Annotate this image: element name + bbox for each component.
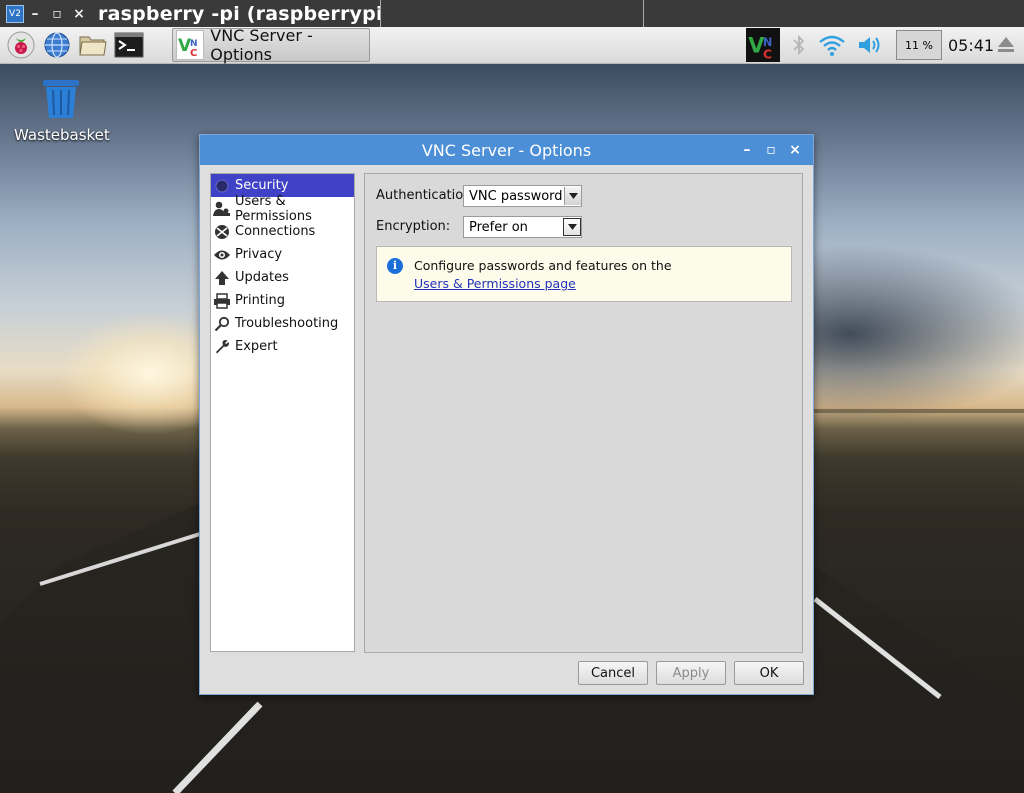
- wrench-icon: [213, 338, 231, 356]
- sidebar-item-label: Connections: [235, 224, 316, 239]
- info-message-box: i Configure passwords and features on th…: [376, 246, 792, 302]
- bluetooth-icon[interactable]: [790, 33, 808, 57]
- shield-icon: [213, 177, 231, 195]
- printer-icon: [213, 292, 231, 310]
- dialog-minimize-button[interactable]: –: [735, 142, 759, 158]
- users-icon: [213, 200, 231, 218]
- clock[interactable]: 05:41: [948, 36, 994, 55]
- eject-icon[interactable]: [996, 34, 1016, 56]
- sidebar-item-privacy[interactable]: Privacy: [211, 243, 354, 266]
- authentication-value: VNC password: [469, 188, 563, 204]
- cancel-button[interactable]: Cancel: [578, 661, 648, 685]
- up-arrow-icon: [213, 269, 231, 287]
- sidebar-item-label: Privacy: [235, 247, 283, 262]
- apply-button[interactable]: Apply: [656, 661, 726, 685]
- sidebar-item-printing[interactable]: Printing: [211, 289, 354, 312]
- taskbar-item-vnc-server-options[interactable]: V N C VNC Server - Options: [172, 26, 370, 64]
- chevron-down-icon: [564, 187, 581, 205]
- dialog-window-controls: – ▫ ×: [735, 135, 807, 165]
- viewer-close-button[interactable]: ×: [68, 6, 90, 22]
- vnc-tray-icon[interactable]: V N C: [746, 28, 780, 62]
- svg-text:C: C: [190, 48, 197, 58]
- vnc-server-icon: V N C: [176, 30, 205, 60]
- vnc-viewer-titlebar: V2 – ▫ × raspberry -pi (raspberrypi) - V…: [0, 0, 1024, 29]
- users-permissions-page-link[interactable]: Users & Permissions page: [414, 276, 576, 291]
- eye-icon: [213, 246, 231, 264]
- web-browser-icon[interactable]: [42, 30, 72, 60]
- vnc-viewer-app-icon: V2: [6, 4, 24, 23]
- dialog-titlebar[interactable]: VNC Server - Options – ▫ ×: [200, 135, 813, 165]
- taskbar-item-label: VNC Server - Options: [210, 26, 313, 64]
- wifi-icon[interactable]: [818, 33, 846, 57]
- volume-icon[interactable]: [856, 33, 884, 57]
- authentication-label: Authentication:: [376, 188, 476, 203]
- sidebar-item-label: Expert: [235, 339, 278, 354]
- security-settings-panel: Authentication: VNC password Encryption:…: [364, 173, 803, 653]
- desktop-panel: V N C VNC Server - Options V N C 11 % 05…: [0, 26, 1024, 64]
- connections-icon: [213, 223, 231, 241]
- file-manager-icon[interactable]: [78, 30, 108, 60]
- authentication-select[interactable]: VNC password: [463, 185, 582, 207]
- cpu-usage-monitor[interactable]: 11 %: [896, 30, 942, 60]
- sidebar-item-label: Security: [235, 178, 289, 193]
- viewer-maximize-button[interactable]: ▫: [46, 6, 68, 22]
- encryption-label: Encryption:: [376, 219, 451, 234]
- sidebar-item-updates[interactable]: Updates: [211, 266, 354, 289]
- dialog-maximize-button[interactable]: ▫: [759, 142, 783, 158]
- wastebasket-desktop-icon[interactable]: Wastebasket: [14, 76, 110, 144]
- svg-text:C: C: [763, 48, 772, 61]
- cpu-usage-value: 11 %: [905, 38, 933, 52]
- terminal-icon[interactable]: [114, 30, 144, 60]
- sidebar-item-users-permissions[interactable]: Users & Permissions: [211, 194, 354, 224]
- encryption-select[interactable]: Prefer on: [463, 216, 582, 238]
- authentication-row: Authentication:: [376, 188, 476, 203]
- sidebar-item-label: Troubleshooting: [235, 316, 339, 331]
- chevron-down-icon: [563, 218, 581, 236]
- system-tray: V N C 11 % 05:41: [736, 27, 1024, 63]
- raspberry-menu-icon[interactable]: [6, 30, 36, 60]
- dialog-title: VNC Server - Options: [421, 140, 592, 160]
- encryption-row: Encryption:: [376, 219, 450, 234]
- sidebar-item-label: Users & Permissions: [235, 193, 312, 224]
- trash-icon: [43, 80, 79, 118]
- ok-button[interactable]: OK: [734, 661, 804, 685]
- sidebar-item-label: Printing: [235, 293, 286, 308]
- info-icon: i: [387, 258, 403, 274]
- magnifier-icon: [213, 315, 231, 333]
- dialog-close-button[interactable]: ×: [783, 142, 807, 158]
- encryption-value: Prefer on: [469, 219, 528, 235]
- viewer-minimize-button[interactable]: –: [24, 6, 46, 22]
- viewer-toolbar-handle[interactable]: [380, 0, 644, 29]
- vnc-server-options-dialog: VNC Server - Options – ▫ × Security User…: [199, 134, 814, 695]
- sidebar-item-expert[interactable]: Expert: [211, 335, 354, 358]
- sidebar-item-troubleshooting[interactable]: Troubleshooting: [211, 312, 354, 335]
- sidebar-item-label: Updates: [235, 270, 289, 285]
- wastebasket-label: Wastebasket: [14, 126, 110, 144]
- options-sidebar: Security Users & Permissions Connections…: [210, 173, 355, 652]
- info-message-text: Configure passwords and features on the: [414, 258, 672, 273]
